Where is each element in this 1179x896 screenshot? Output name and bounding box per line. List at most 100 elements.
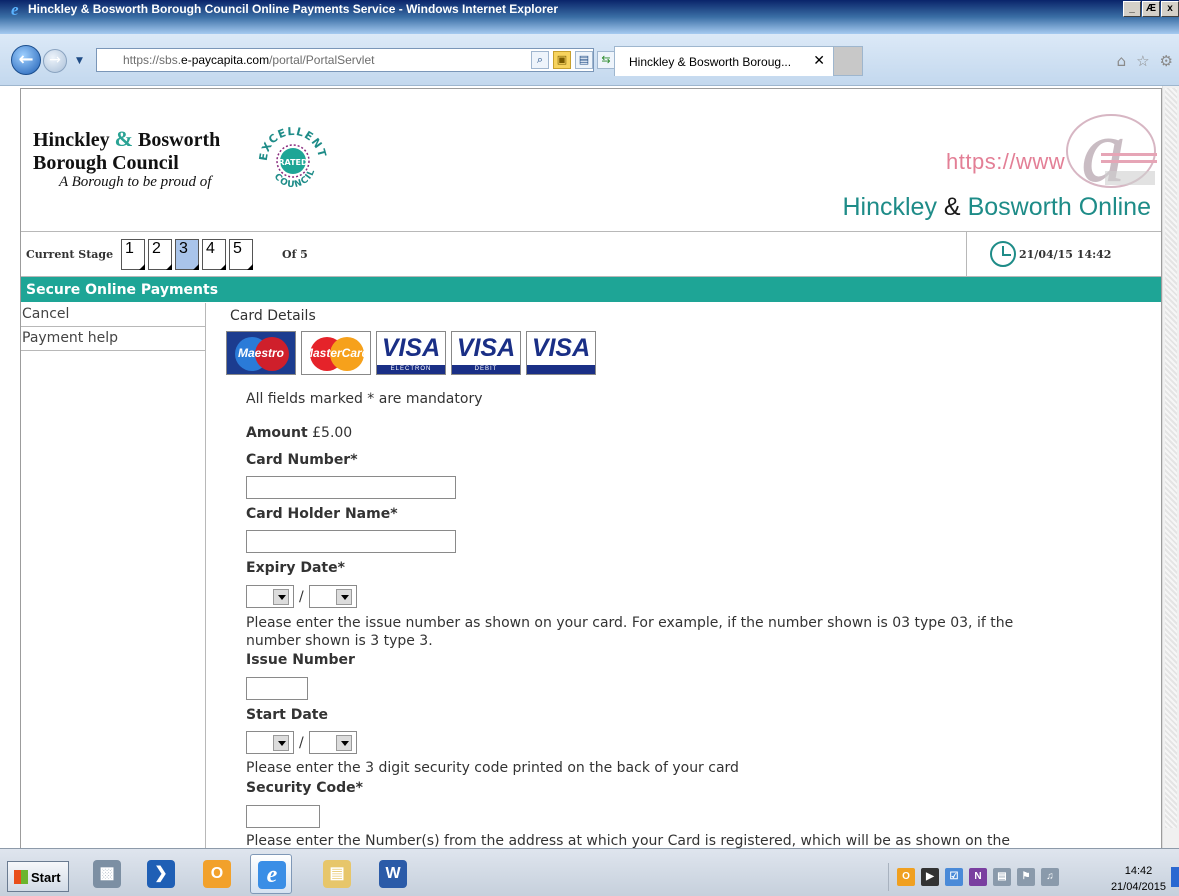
expiry-separator: / bbox=[299, 588, 304, 605]
visa-electron-label: VISA bbox=[381, 334, 441, 362]
chevron-down-icon[interactable] bbox=[273, 589, 289, 605]
chevron-down-icon[interactable] bbox=[273, 735, 289, 751]
payment-help-link[interactable]: Payment help bbox=[21, 327, 205, 351]
onenote-tray-icon[interactable]: N bbox=[969, 868, 987, 886]
clock-date: 21/04/2015 bbox=[1110, 881, 1166, 893]
minimize-button[interactable]: _ bbox=[1123, 1, 1141, 17]
council-tagline: A Borough to be proud of bbox=[59, 174, 212, 190]
home-icon[interactable]: ⌂ bbox=[1117, 52, 1127, 70]
cancel-link[interactable]: Cancel bbox=[21, 303, 205, 327]
expiry-date-selects: / bbox=[246, 585, 357, 608]
browser-tab[interactable]: Hinckley & Bosworth Boroug... ✕ bbox=[614, 46, 834, 76]
card-number-input[interactable] bbox=[246, 476, 456, 499]
browser-toolbar-icons: ⌂ ☆ ⚙ bbox=[1117, 52, 1173, 70]
outlook-icon: O bbox=[203, 860, 231, 888]
outlook-taskbar-button[interactable]: O bbox=[196, 854, 238, 894]
security-tray-icon[interactable]: ☑ bbox=[945, 868, 963, 886]
visa-debit-sub: DEBIT bbox=[474, 366, 498, 372]
scrollbar-thumb[interactable] bbox=[1165, 88, 1177, 828]
card-holder-input[interactable] bbox=[246, 530, 456, 553]
close-button[interactable]: x bbox=[1161, 1, 1179, 17]
council-name: Hinckley & Bosworth Borough Council bbox=[33, 127, 220, 175]
action-center-flag-icon[interactable]: ⚑ bbox=[1017, 868, 1035, 886]
council-name-part2: Bosworth bbox=[138, 129, 221, 151]
word-icon: W bbox=[379, 860, 407, 888]
stage-progress-bar: Current Stage 1 2 3 4 5 Of 5 21/04/15 14… bbox=[21, 231, 1161, 277]
show-desktop-button[interactable] bbox=[1171, 867, 1179, 887]
start-button[interactable]: Start bbox=[7, 861, 69, 892]
card-number-label: Card Number* bbox=[246, 452, 358, 468]
url-domain: e-paycapita.com bbox=[181, 53, 270, 67]
internet-explorer-taskbar-button[interactable]: e bbox=[250, 854, 292, 894]
media-tray-icon[interactable]: ▶ bbox=[921, 868, 939, 886]
card-holder-label: Card Holder Name* bbox=[246, 506, 398, 522]
security-code-label: Security Code* bbox=[246, 780, 363, 796]
issue-number-input[interactable] bbox=[246, 677, 308, 700]
expiry-year-select[interactable] bbox=[308, 585, 357, 608]
server-manager-taskbar-button[interactable]: ▩ bbox=[86, 854, 128, 894]
start-date-selects: / bbox=[246, 731, 357, 754]
folder-icon: ▤ bbox=[323, 860, 351, 888]
back-button[interactable]: ← bbox=[11, 45, 41, 75]
amount-value: £5.00 bbox=[312, 425, 353, 441]
word-taskbar-button[interactable]: W bbox=[372, 854, 414, 894]
datetime-text: 21/04/15 14:42 bbox=[1019, 248, 1112, 261]
expiry-month-select[interactable] bbox=[246, 585, 294, 608]
start-separator: / bbox=[299, 734, 304, 751]
secure-payments-title: Secure Online Payments bbox=[26, 282, 219, 298]
visa-debit-label: VISA bbox=[456, 334, 516, 362]
browser-navbar: ← → ▼ https://sbs.e-paycapita.com/portal… bbox=[0, 34, 1179, 86]
url-path: /portal/PortalServlet bbox=[269, 53, 375, 67]
new-tab-button[interactable] bbox=[833, 46, 863, 76]
page-header: Hinckley & Bosworth Borough Council A Bo… bbox=[21, 89, 1161, 231]
chevron-down-icon[interactable] bbox=[335, 589, 352, 605]
council-name-part1: Hinckley bbox=[33, 129, 110, 151]
issue-help-line2: number shown is 3 type 3. bbox=[246, 633, 433, 649]
refresh-icon[interactable]: ⇆ bbox=[597, 51, 615, 69]
council-name-ampersand: & bbox=[114, 126, 133, 151]
window-title: Hinckley & Bosworth Borough Council Onli… bbox=[28, 2, 558, 16]
chevron-down-icon[interactable] bbox=[335, 735, 352, 751]
settings-gear-icon[interactable]: ⚙ bbox=[1160, 52, 1173, 70]
stage-list: 1 2 3 4 5 bbox=[121, 239, 253, 270]
mastercard-label: MasterCard bbox=[302, 346, 370, 360]
address-bar[interactable]: https://sbs.e-paycapita.com/portal/Porta… bbox=[96, 48, 637, 72]
outlook-tray-icon[interactable]: O bbox=[897, 868, 915, 886]
stage-3-current: 3 bbox=[175, 239, 199, 270]
lock-icon[interactable]: ▣ bbox=[553, 51, 571, 69]
svg-text:e: e bbox=[11, 1, 19, 17]
address-url[interactable]: https://sbs.e-paycapita.com/portal/Porta… bbox=[123, 53, 374, 67]
https-watermark: https://www bbox=[946, 149, 1066, 174]
vertical-scrollbar[interactable] bbox=[1162, 86, 1179, 848]
network-tray-icon[interactable]: ▤ bbox=[993, 868, 1011, 886]
taskbar-clock[interactable]: 14:42 21/04/2015 bbox=[1111, 863, 1166, 895]
maestro-card-icon: Maestro bbox=[226, 331, 296, 375]
favorites-star-icon[interactable]: ☆ bbox=[1136, 52, 1149, 70]
badge-middle-text: RATED bbox=[278, 158, 308, 167]
history-dropdown-icon[interactable]: ▼ bbox=[76, 56, 83, 66]
stage-4: 4 bbox=[202, 239, 226, 270]
excellent-council-badge-icon: EXCELLENT RATED COUNCIL bbox=[257, 125, 328, 190]
window-controls: _ Æ x bbox=[1123, 1, 1179, 17]
search-icon[interactable]: ⌕ bbox=[531, 51, 549, 69]
expiry-date-label: Expiry Date* bbox=[246, 560, 345, 576]
start-label: Start bbox=[31, 870, 61, 885]
start-month-select[interactable] bbox=[246, 731, 294, 754]
clock-time: 14:42 bbox=[1124, 865, 1153, 877]
maestro-label: Maestro bbox=[237, 346, 284, 360]
file-explorer-taskbar-button[interactable]: ▤ bbox=[316, 854, 358, 894]
start-year-select[interactable] bbox=[308, 731, 357, 754]
at-symbol-swirl-icon: a bbox=[1066, 102, 1157, 201]
tab-close-icon[interactable]: ✕ bbox=[813, 53, 825, 69]
internet-explorer-icon: e bbox=[11, 1, 19, 17]
left-menu: Cancel Payment help bbox=[21, 303, 206, 848]
compatibility-view-icon[interactable]: ▤ bbox=[575, 51, 593, 69]
powershell-icon: ❯ bbox=[147, 860, 175, 888]
forward-button[interactable]: → bbox=[43, 49, 67, 73]
mastercard-card-icon: MasterCard bbox=[301, 331, 371, 375]
issue-number-label: Issue Number bbox=[246, 652, 355, 668]
restore-button[interactable]: Æ bbox=[1142, 1, 1160, 17]
powershell-taskbar-button[interactable]: ❯ bbox=[140, 854, 182, 894]
security-code-input[interactable] bbox=[246, 805, 320, 828]
volume-tray-icon[interactable]: ♫ bbox=[1041, 868, 1059, 886]
